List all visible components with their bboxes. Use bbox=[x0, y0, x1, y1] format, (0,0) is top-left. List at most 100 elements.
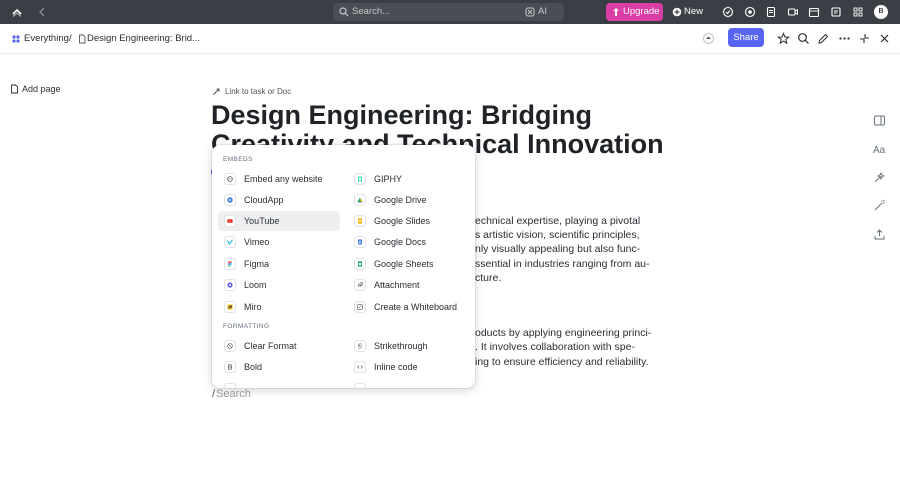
menu-item-partial[interactable] bbox=[348, 379, 470, 388]
menu-item-label: Strikethrough bbox=[374, 341, 428, 351]
upgrade-label: Upgrade bbox=[623, 6, 660, 17]
google-slides-icon bbox=[354, 215, 366, 227]
whiteboard-icon bbox=[354, 301, 366, 313]
global-search-input[interactable]: Search... AI bbox=[333, 3, 564, 21]
menu-item-attachment[interactable]: Attachment bbox=[348, 275, 470, 295]
menu-item-giphy[interactable]: GIPHY bbox=[348, 169, 470, 189]
user-avatar[interactable]: B bbox=[874, 5, 888, 19]
top-bar: Search... AI Upgrade New B bbox=[0, 0, 900, 24]
close-icon[interactable] bbox=[878, 32, 891, 45]
text-style-icon[interactable]: Aa bbox=[873, 142, 886, 155]
link-icon bbox=[213, 88, 220, 95]
underline-icon bbox=[354, 383, 366, 388]
star-icon[interactable] bbox=[777, 32, 790, 45]
link-to-task-label: Link to task or Doc bbox=[225, 87, 292, 96]
breadcrumb-separator: / bbox=[69, 33, 72, 44]
notes-icon[interactable] bbox=[830, 6, 842, 18]
plus-icon bbox=[672, 7, 682, 17]
app-logo-icon[interactable] bbox=[12, 6, 22, 18]
clear-format-icon bbox=[224, 340, 236, 352]
upgrade-icon bbox=[613, 8, 619, 16]
body-line: echnical expertise, playing a pivotal bbox=[475, 215, 641, 227]
embeds-section-label: EMBEDS bbox=[223, 156, 253, 163]
menu-item-google-drive[interactable]: Google Drive bbox=[348, 190, 470, 210]
menu-item-bold[interactable]: Bold bbox=[218, 357, 340, 377]
menu-item-strikethrough[interactable]: Strikethrough bbox=[348, 336, 470, 356]
new-label: New bbox=[684, 6, 704, 17]
italic-icon bbox=[224, 383, 236, 388]
menu-item-google-docs[interactable]: Google Docs bbox=[348, 232, 470, 252]
menu-item-create-whiteboard[interactable]: Create a Whiteboard bbox=[348, 297, 470, 317]
menu-item-label: Google Docs bbox=[374, 237, 427, 247]
bold-icon bbox=[224, 361, 236, 373]
menu-item-partial[interactable] bbox=[218, 379, 340, 388]
menu-item-clear-format[interactable]: Clear Format bbox=[218, 336, 340, 356]
menu-item-vimeo[interactable]: Vimeo bbox=[218, 232, 340, 252]
more-options-icon[interactable] bbox=[838, 32, 851, 45]
cloudapp-icon bbox=[224, 194, 236, 206]
page-icon bbox=[11, 84, 18, 94]
back-icon[interactable] bbox=[36, 6, 48, 18]
giphy-icon bbox=[354, 173, 366, 185]
menu-item-label: Embed any website bbox=[244, 174, 323, 184]
slash-search-placeholder: Search bbox=[216, 388, 251, 400]
menu-item-inline-code[interactable]: Inline code bbox=[348, 357, 470, 377]
youtube-icon bbox=[224, 215, 236, 227]
slash-command-input[interactable]: /Search bbox=[212, 388, 251, 400]
menu-item-figma[interactable]: Figma bbox=[218, 254, 340, 274]
ai-button[interactable]: AI bbox=[538, 6, 547, 17]
menu-item-google-slides[interactable]: Google Slides bbox=[348, 211, 470, 231]
body-line: ssential in industries ranging from au- bbox=[475, 258, 650, 270]
body-line: ing to ensure efficiency and reliability… bbox=[475, 356, 649, 368]
inline-code-icon bbox=[354, 361, 366, 373]
new-button[interactable]: New bbox=[668, 3, 708, 21]
google-docs-icon bbox=[354, 236, 366, 248]
search-placeholder: Search... bbox=[352, 6, 391, 17]
collapse-icon[interactable] bbox=[858, 32, 871, 45]
magic-wand-icon[interactable] bbox=[873, 199, 886, 212]
menu-item-label: Create a Whiteboard bbox=[374, 302, 458, 312]
breadcrumb-doc[interactable]: Design Engineering: Brid... bbox=[87, 33, 200, 44]
apps-grid-icon[interactable] bbox=[852, 6, 864, 18]
google-drive-icon bbox=[354, 194, 366, 206]
ai-sparkle-icon bbox=[525, 7, 535, 17]
menu-item-label: Figma bbox=[244, 259, 270, 269]
document-icon[interactable] bbox=[765, 6, 777, 18]
add-page-label: Add page bbox=[22, 84, 61, 94]
record-icon[interactable] bbox=[744, 6, 756, 18]
everything-icon bbox=[12, 35, 20, 43]
slash-char: / bbox=[212, 388, 216, 400]
menu-item-google-sheets[interactable]: Google Sheets bbox=[348, 254, 470, 274]
menu-item-label: Inline code bbox=[374, 362, 418, 372]
checkbox-icon[interactable] bbox=[722, 6, 734, 18]
search-doc-icon[interactable] bbox=[797, 32, 810, 45]
formatting-section-label: FORMATTING bbox=[223, 323, 270, 330]
video-icon[interactable] bbox=[787, 6, 799, 18]
menu-item-cloudapp[interactable]: CloudApp bbox=[218, 190, 340, 210]
figma-icon bbox=[224, 258, 236, 270]
edit-icon[interactable] bbox=[817, 32, 830, 45]
body-line: . It involves collaboration with spe- bbox=[475, 341, 635, 353]
menu-item-miro[interactable]: Miro bbox=[218, 297, 340, 317]
header-divider bbox=[0, 53, 900, 54]
menu-item-label: Bold bbox=[244, 362, 263, 372]
strikethrough-icon bbox=[354, 340, 366, 352]
attachment-icon bbox=[354, 279, 366, 291]
menu-item-label: Google Drive bbox=[374, 195, 427, 205]
menu-item-label: Vimeo bbox=[244, 237, 270, 247]
calendar-icon[interactable] bbox=[808, 6, 820, 18]
breadcrumb-workspace[interactable]: Everything bbox=[24, 33, 69, 44]
export-icon[interactable] bbox=[873, 228, 886, 241]
upgrade-button[interactable]: Upgrade bbox=[606, 3, 663, 21]
menu-item-label: Miro bbox=[244, 302, 262, 312]
sidebar-toggle-icon[interactable] bbox=[873, 114, 886, 127]
menu-item-youtube[interactable]: YouTube bbox=[218, 211, 340, 231]
slash-command-menu: EMBEDS Embed any website GIPHY CloudApp … bbox=[212, 145, 475, 388]
collaboration-icon[interactable] bbox=[702, 32, 715, 45]
menu-item-loom[interactable]: Loom bbox=[218, 275, 340, 295]
title-line-1: Design Engineering: Bridging bbox=[211, 100, 593, 130]
menu-item-embed-website[interactable]: Embed any website bbox=[218, 169, 340, 189]
share-button[interactable]: Share bbox=[728, 28, 764, 47]
body-line: s artistic vision, scientific principles… bbox=[475, 229, 640, 241]
ai-assist-icon[interactable] bbox=[873, 171, 886, 184]
